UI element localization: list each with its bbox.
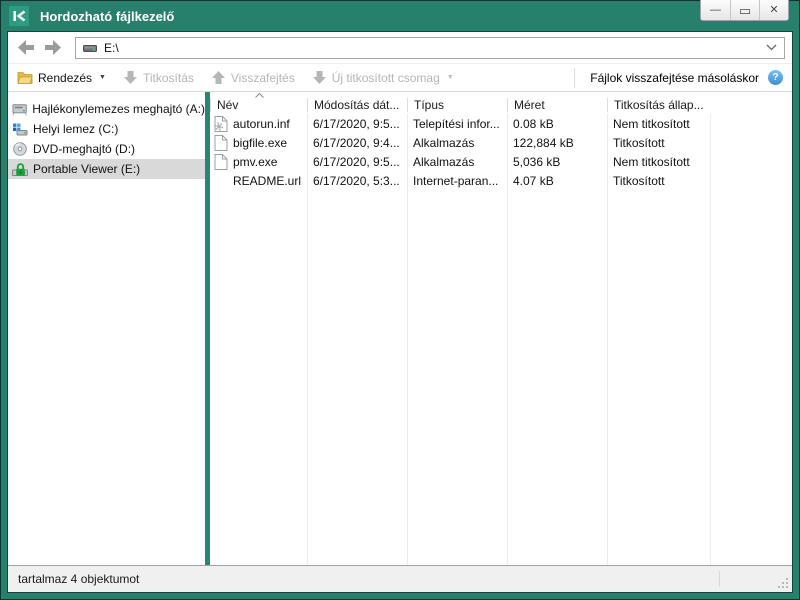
column-header-encryption[interactable]: Titkosítás állap...: [607, 98, 710, 112]
file-row-bigfile[interactable]: bigfile.exe 6/17/2020, 9:4... Alkalmazás…: [210, 133, 792, 152]
file-size: 4.07 kB: [507, 174, 607, 188]
forward-button[interactable]: [42, 39, 62, 57]
file-encryption-status: Titkosított: [607, 174, 710, 188]
drive-sidebar: Hajlékonylemezes meghajtó (A:) Helyi lem…: [8, 92, 205, 565]
file-modified: 6/17/2020, 9:5...: [307, 155, 407, 169]
navigation-bar: [8, 32, 792, 63]
column-header-name[interactable]: Név: [210, 98, 307, 112]
close-button[interactable]: ✕: [759, 0, 788, 20]
new-encrypted-package-label: Új titkosított csomag: [332, 71, 440, 85]
new-package-caret-icon: ▼: [447, 74, 454, 81]
file-name: pmv.exe: [233, 155, 277, 169]
floppy-drive-icon: [12, 101, 27, 117]
forward-arrow-icon: [43, 40, 61, 55]
file-icon: [214, 135, 228, 151]
file-type: Telepítési infor...: [407, 117, 507, 131]
file-row-autorun[interactable]: autorun.inf 6/17/2020, 9:5... Telepítési…: [210, 114, 792, 133]
main-area: Hajlékonylemezes meghajtó (A:) Helyi lem…: [8, 92, 792, 565]
file-type: Alkalmazás: [407, 136, 507, 150]
title-bar: Hordozható fájlkezelő — ▭ ✕: [7, 1, 793, 31]
status-bar: tartalmaz 4 objektumot: [8, 565, 792, 592]
file-type: Internet-paran...: [407, 174, 507, 188]
toolbar: Rendezés ▼ Titkosítás Visszafejtés Új t: [8, 63, 792, 92]
package-arrow-down-icon: [312, 70, 327, 85]
file-row-readme[interactable]: README.url 6/17/2020, 5:3... Internet-pa…: [210, 171, 792, 190]
minimize-button[interactable]: —: [701, 0, 730, 20]
file-name: autorun.inf: [233, 117, 290, 131]
drive-icon: [83, 41, 97, 55]
file-type: Alkalmazás: [407, 155, 507, 169]
file-modified: 6/17/2020, 9:5...: [307, 117, 407, 131]
column-header-size[interactable]: Méret: [507, 98, 607, 112]
encrypt-arrow-down-icon: [123, 70, 138, 85]
column-header-modified[interactable]: Módosítás dát...: [307, 98, 407, 112]
resize-grip[interactable]: [777, 577, 788, 588]
file-encryption-status: Titkosított: [607, 136, 710, 150]
folder-icon: [17, 71, 33, 85]
address-dropdown-icon[interactable]: [766, 44, 777, 51]
sidebar-item-portable-viewer-e[interactable]: Portable Viewer (E:): [8, 159, 205, 179]
file-name: bigfile.exe: [233, 136, 287, 150]
file-list: Név Módosítás dát... Típus Méret Titkosí…: [210, 92, 792, 565]
sidebar-item-floppy-a[interactable]: Hajlékonylemezes meghajtó (A:): [8, 99, 205, 119]
file-encryption-status: Nem titkosított: [607, 155, 710, 169]
back-button[interactable]: [17, 39, 37, 57]
file-size: 5,036 kB: [507, 155, 607, 169]
organize-button[interactable]: Rendezés ▼: [17, 71, 106, 85]
file-row-pmv[interactable]: pmv.exe 6/17/2020, 9:5... Alkalmazás 5,0…: [210, 152, 792, 171]
drive-label: Hajlékonylemezes meghajtó (A:): [32, 102, 205, 116]
back-arrow-icon: [18, 40, 36, 55]
file-size: 122,884 kB: [507, 136, 607, 150]
toolbar-separator: [574, 68, 575, 88]
setup-file-icon: [214, 116, 228, 132]
help-icon[interactable]: ?: [768, 70, 783, 85]
file-icon: [214, 154, 228, 170]
file-list-header: Név Módosítás dát... Típus Méret Titkosí…: [210, 92, 792, 114]
window-content: Rendezés ▼ Titkosítás Visszafejtés Új t: [7, 31, 793, 593]
address-bar[interactable]: [75, 37, 785, 59]
organize-caret-icon: ▼: [99, 74, 106, 81]
window-title: Hordozható fájlkezelő: [40, 9, 174, 24]
dvd-drive-icon: [12, 141, 28, 157]
toolbar-right: Fájlok visszafejtése másoláskor ?: [574, 68, 783, 88]
new-encrypted-package-button[interactable]: Új titkosított csomag ▼: [312, 70, 454, 85]
blank-icon-slot: [214, 173, 228, 189]
file-modified: 6/17/2020, 5:3...: [307, 174, 407, 188]
sidebar-item-local-disk-c[interactable]: Helyi lemez (C:): [8, 119, 205, 139]
kaspersky-logo-icon: [9, 6, 29, 26]
address-input[interactable]: [104, 41, 759, 55]
encrypt-button[interactable]: Titkosítás: [123, 70, 194, 85]
drive-label: DVD-meghajtó (D:): [33, 142, 135, 156]
encrypt-label: Titkosítás: [143, 71, 194, 85]
file-modified: 6/17/2020, 9:4...: [307, 136, 407, 150]
file-name: README.url: [233, 174, 301, 188]
decrypt-label: Visszafejtés: [231, 71, 295, 85]
status-text: tartalmaz 4 objektumot: [18, 572, 139, 586]
drive-label: Helyi lemez (C:): [33, 122, 118, 136]
column-header-type[interactable]: Típus: [407, 98, 507, 112]
decrypt-button[interactable]: Visszafejtés: [211, 70, 295, 85]
sort-ascending-icon: [255, 93, 264, 98]
organize-label: Rendezés: [38, 71, 92, 85]
file-size: 0.08 kB: [507, 117, 607, 131]
decrypt-arrow-up-icon: [211, 70, 226, 85]
file-encryption-status: Nem titkosított: [607, 117, 710, 131]
drive-label: Portable Viewer (E:): [33, 162, 140, 176]
decrypt-on-copy-label: Fájlok visszafejtése másoláskor: [590, 71, 759, 85]
window-controls: — ▭ ✕: [700, 0, 789, 21]
statusbar-separator: [719, 571, 720, 587]
sidebar-item-dvd-d[interactable]: DVD-meghajtó (D:): [8, 139, 205, 159]
portable-file-manager-window: Hordozható fájlkezelő — ▭ ✕: [0, 0, 800, 600]
local-disk-icon: [12, 121, 28, 137]
encrypted-drive-icon: [12, 161, 28, 177]
maximize-button[interactable]: ▭: [730, 0, 759, 20]
